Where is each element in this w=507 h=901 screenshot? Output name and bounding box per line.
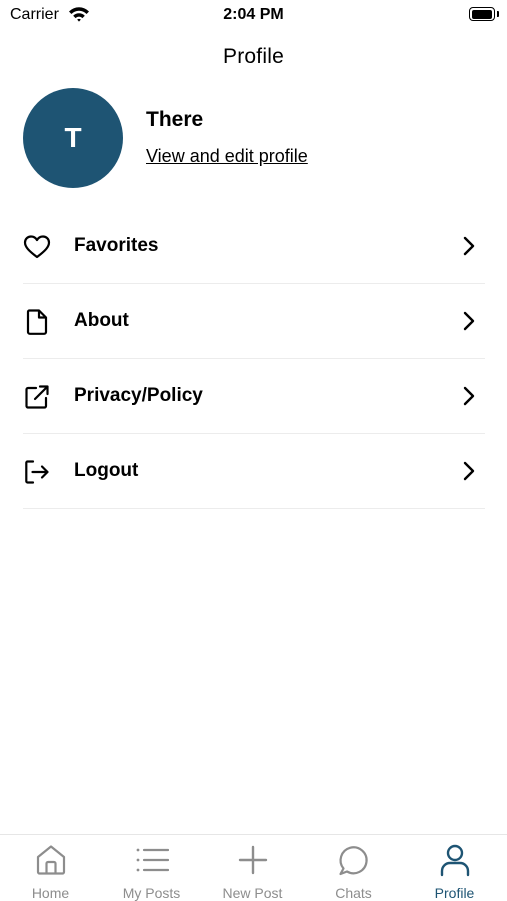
home-icon (36, 845, 66, 875)
tab-label: Home (31, 885, 70, 901)
person-icon (440, 844, 470, 877)
avatar-initial: T (64, 122, 82, 153)
tab-label: My Posts (122, 885, 181, 901)
menu-item-favorites[interactable]: Favorites (23, 209, 485, 284)
tab-new-post[interactable]: New Post (202, 835, 303, 901)
chevron-right-icon (463, 386, 475, 406)
chat-icon (339, 846, 368, 876)
menu-item-label: Favorites (74, 235, 159, 256)
logout-icon (25, 460, 49, 484)
tab-label: New Post (222, 885, 283, 901)
tab-chats[interactable]: Chats (303, 835, 404, 901)
list-icon (136, 848, 169, 872)
menu-item-label: About (74, 310, 129, 331)
clock: 2:04 PM (223, 6, 284, 23)
status-bar: Carrier 2:04 PM (0, 0, 507, 32)
tab-label: Profile (434, 885, 475, 901)
profile-menu: Favorites About Privacy/Policy Logout (23, 209, 485, 509)
menu-item-label: Privacy/Policy (74, 385, 203, 406)
document-icon (26, 309, 48, 335)
user-name: There (146, 108, 204, 131)
chevron-right-icon (463, 236, 475, 256)
menu-item-label: Logout (74, 460, 139, 481)
tab-my-posts[interactable]: My Posts (101, 835, 202, 901)
tab-profile[interactable]: Profile (404, 835, 505, 901)
battery-icon (469, 7, 499, 21)
menu-item-logout[interactable]: Logout (23, 434, 485, 509)
external-link-icon (25, 385, 49, 409)
chevron-right-icon (463, 461, 475, 481)
heart-icon (23, 235, 51, 259)
menu-item-about[interactable]: About (23, 284, 485, 359)
chevron-right-icon (463, 311, 475, 331)
tab-home[interactable]: Home (0, 835, 101, 901)
page-title: Profile (223, 45, 284, 68)
plus-icon (238, 845, 268, 875)
tab-label: Chats (335, 885, 372, 901)
avatar[interactable]: T (23, 88, 123, 188)
view-edit-profile-link[interactable]: View and edit profile (146, 146, 308, 167)
tab-bar: Home My Posts New Post Chats Profile (0, 834, 507, 901)
menu-item-privacy-policy[interactable]: Privacy/Policy (23, 359, 485, 434)
